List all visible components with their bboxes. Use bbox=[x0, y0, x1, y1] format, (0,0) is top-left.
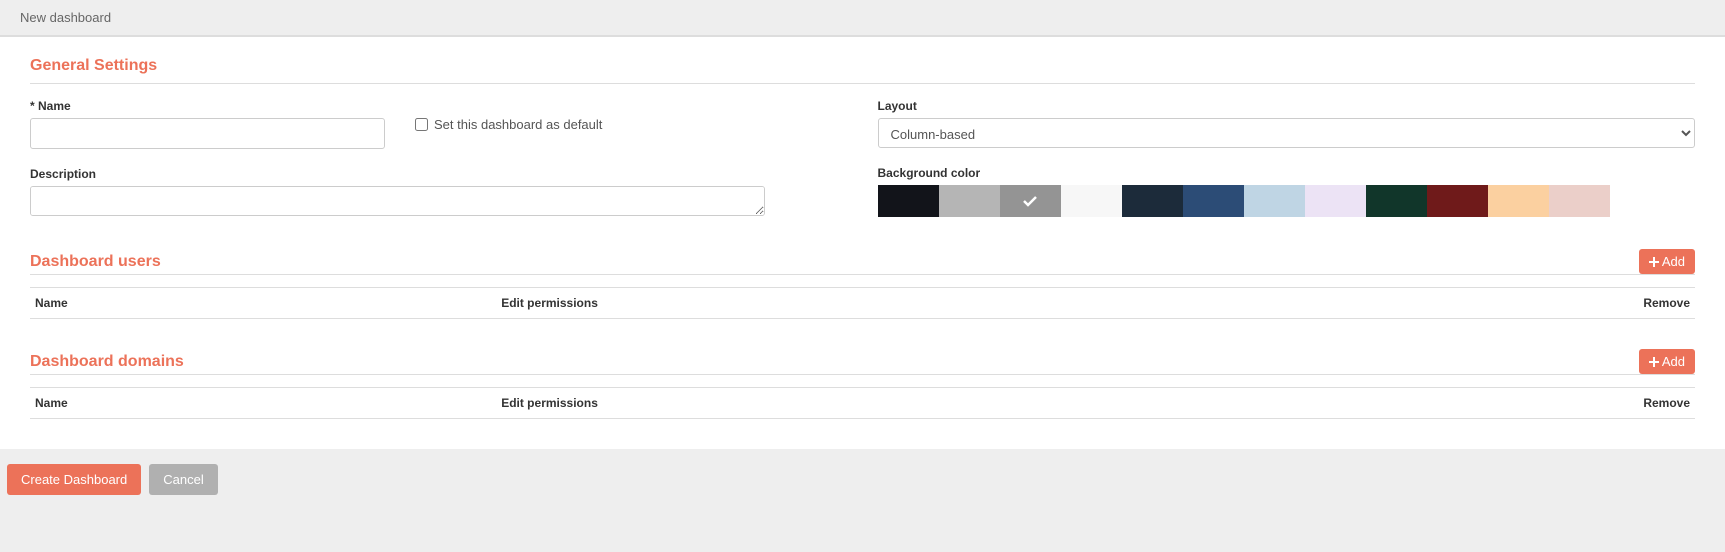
section-general: General Settings * Name Set this dashboa… bbox=[30, 57, 1695, 219]
plus-icon bbox=[1649, 357, 1659, 367]
bg-color-swatch[interactable] bbox=[1488, 185, 1549, 217]
description-input[interactable] bbox=[30, 186, 765, 216]
section-users-header: Dashboard users Add bbox=[30, 249, 1695, 274]
dashboard-domains-title: Dashboard domains bbox=[30, 353, 184, 371]
bg-color-swatch[interactable] bbox=[1000, 185, 1061, 217]
check-icon bbox=[1023, 194, 1037, 208]
dashboard-users-title: Dashboard users bbox=[30, 253, 161, 271]
bg-color-swatch[interactable] bbox=[878, 185, 939, 217]
add-domain-button[interactable]: Add bbox=[1639, 349, 1695, 374]
bg-color-swatch[interactable] bbox=[1305, 185, 1366, 217]
description-label: Description bbox=[30, 167, 848, 181]
section-domains-header: Dashboard domains Add bbox=[30, 349, 1695, 374]
set-default-checkbox[interactable] bbox=[415, 118, 428, 131]
cancel-button[interactable]: Cancel bbox=[149, 464, 217, 495]
footer: Create Dashboard Cancel bbox=[0, 449, 1725, 510]
layout-select[interactable]: Column-based bbox=[878, 118, 1696, 148]
add-user-button[interactable]: Add bbox=[1639, 249, 1695, 274]
divider bbox=[30, 274, 1695, 275]
domains-table: Name Edit permissions Remove bbox=[30, 387, 1695, 419]
name-input[interactable] bbox=[30, 118, 385, 149]
bg-color-swatch[interactable] bbox=[1122, 185, 1183, 217]
domains-col-edit: Edit permissions bbox=[496, 388, 1615, 419]
set-default-label: Set this dashboard as default bbox=[434, 117, 602, 132]
bg-color-swatch[interactable] bbox=[1061, 185, 1122, 217]
users-col-name: Name bbox=[30, 288, 496, 319]
users-col-remove: Remove bbox=[1615, 288, 1695, 319]
plus-icon bbox=[1649, 257, 1659, 267]
bg-color-swatch[interactable] bbox=[1244, 185, 1305, 217]
page-title: New dashboard bbox=[20, 10, 111, 25]
create-dashboard-button[interactable]: Create Dashboard bbox=[7, 464, 141, 495]
main-content: General Settings * Name Set this dashboa… bbox=[0, 36, 1725, 449]
domains-col-name: Name bbox=[30, 388, 496, 419]
layout-label: Layout bbox=[878, 99, 1696, 113]
divider bbox=[30, 374, 1695, 375]
set-default-checkbox-wrap[interactable]: Set this dashboard as default bbox=[415, 117, 602, 132]
divider bbox=[30, 83, 1695, 84]
users-table: Name Edit permissions Remove bbox=[30, 287, 1695, 319]
bg-color-swatches bbox=[878, 185, 1696, 217]
bg-color-swatch[interactable] bbox=[1427, 185, 1488, 217]
bg-color-swatch[interactable] bbox=[1549, 185, 1610, 217]
general-settings-title: General Settings bbox=[30, 57, 1695, 75]
bg-color-label: Background color bbox=[878, 166, 1696, 180]
page-header: New dashboard bbox=[0, 0, 1725, 36]
bg-color-swatch[interactable] bbox=[939, 185, 1000, 217]
name-label: * Name bbox=[30, 99, 385, 113]
bg-color-swatch[interactable] bbox=[1366, 185, 1427, 217]
users-col-edit: Edit permissions bbox=[496, 288, 1615, 319]
bg-color-swatch[interactable] bbox=[1183, 185, 1244, 217]
domains-col-remove: Remove bbox=[1615, 388, 1695, 419]
